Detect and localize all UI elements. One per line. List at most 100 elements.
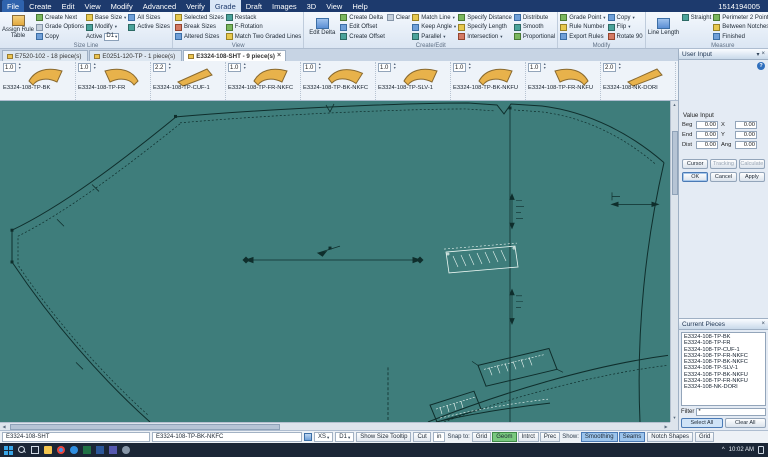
distribute-button[interactable]: Distribute: [513, 13, 555, 23]
scale-value[interactable]: 1.0: [3, 63, 16, 72]
cut-button[interactable]: Cut: [413, 432, 431, 442]
task-view-icon[interactable]: [31, 446, 39, 454]
scale-spinner[interactable]: ▲ ▼: [543, 62, 546, 70]
show-toggle[interactable]: Seams: [618, 432, 646, 442]
specify-length-button[interactable]: Specify Length: [458, 23, 512, 33]
value-field[interactable]: 0.00: [696, 121, 718, 129]
scale-spinner[interactable]: ▲ ▼: [243, 62, 246, 70]
piece-thumbnail[interactable]: 1.0 ▲ ▼ E3324-108-TP-FR-NKFC: [226, 62, 301, 100]
menu-item[interactable]: Advanced: [138, 0, 181, 12]
create-next-button[interactable]: Create Next: [36, 13, 84, 23]
close-icon[interactable]: ×: [761, 51, 765, 58]
assign-rule-table-button[interactable]: Assign Rule Table: [2, 13, 34, 42]
menu-item[interactable]: Draft: [241, 0, 267, 12]
scale-value[interactable]: 1.0: [378, 63, 391, 72]
create-delta-button[interactable]: Create Delta: [340, 13, 385, 23]
clear-all-button[interactable]: Clear All: [724, 418, 766, 428]
restack-button[interactable]: Restack: [225, 13, 302, 23]
cancel-button[interactable]: Cancel: [710, 172, 737, 182]
piece-thumbnail[interactable]: 2.2 ▲ ▼ E3324-108-TP-CUF-1: [151, 62, 226, 100]
modify-dropdown[interactable]: Modify ▾: [86, 23, 126, 33]
spreadsheet-app-icon[interactable]: [83, 446, 91, 454]
piece-thumbnail[interactable]: 1.0 ▲ ▼ E3324-108-TP-SLV-1: [376, 62, 451, 100]
dimension-select[interactable]: D1 ▾: [335, 432, 355, 442]
vertical-scroll-thumb[interactable]: [671, 131, 678, 195]
scale-value[interactable]: 1.0: [453, 63, 466, 72]
snap-toggle[interactable]: Prec: [539, 432, 561, 442]
scale-spinner[interactable]: ▲ ▼: [318, 62, 321, 70]
list-item[interactable]: E3324-108-NK-DORI: [684, 384, 765, 390]
rotate-90-button[interactable]: Rotate 90: [607, 32, 643, 42]
snap-toggle[interactable]: Geom: [492, 432, 517, 442]
tracking-button[interactable]: Tracking: [710, 159, 737, 169]
document-app-icon[interactable]: [96, 446, 104, 454]
horizontal-scrollbar[interactable]: ◀ ▶: [0, 422, 670, 430]
scale-spinner[interactable]: ▲ ▼: [93, 62, 96, 70]
select-all-button[interactable]: Select All: [681, 418, 723, 428]
document-tab[interactable]: E0251-120-TP - 1 piece(s): [89, 50, 183, 61]
scale-value[interactable]: 1.0: [303, 63, 316, 72]
vertical-scrollbar[interactable]: ▲ ▼: [670, 101, 678, 422]
snap-toggle[interactable]: Grid: [471, 432, 492, 442]
menu-item[interactable]: File: [2, 0, 25, 12]
snap-toggle[interactable]: Intrct: [517, 432, 539, 442]
ok-button[interactable]: OK: [682, 172, 709, 182]
f-rotation-button[interactable]: F-Rotation: [225, 23, 302, 33]
teams-icon[interactable]: [109, 446, 117, 454]
between-notches-button[interactable]: Between Notches: [713, 23, 768, 33]
cursor-button[interactable]: Cursor: [682, 159, 709, 169]
filter-input[interactable]: [696, 408, 766, 416]
scale-spinner[interactable]: ▲ ▼: [468, 62, 471, 70]
menu-item[interactable]: Grade: [209, 0, 241, 12]
scroll-left-icon[interactable]: ◀: [0, 423, 8, 431]
copy-dropdown[interactable]: Copy ▾: [607, 13, 643, 23]
active-sizes-button[interactable]: Active Sizes: [128, 23, 170, 33]
scroll-down-icon[interactable]: ▼: [671, 414, 679, 422]
piece-thumbnail[interactable]: 1.0 ▲ ▼ E3324-108-TP-BK: [1, 62, 76, 100]
finished-button[interactable]: Finished: [713, 32, 768, 42]
active-dim-select[interactable]: D1 ▾: [104, 32, 120, 41]
scale-value[interactable]: 2.0: [603, 63, 616, 72]
value-field[interactable]: 0.00: [735, 141, 757, 149]
piece-thumbnail[interactable]: 1.0 ▲ ▼ E3324-108-TP-FR: [76, 62, 151, 100]
start-button[interactable]: [4, 445, 13, 455]
menu-item[interactable]: Modify: [106, 0, 138, 12]
close-icon[interactable]: ×: [277, 52, 281, 59]
menu-item[interactable]: Create: [24, 0, 57, 12]
user-input-header[interactable]: User Input ▾ ×: [679, 49, 768, 60]
match-two-graded-lines-button[interactable]: Match Two Graded Lines: [225, 32, 301, 42]
menu-item[interactable]: View: [80, 0, 106, 12]
menu-item[interactable]: View: [321, 0, 347, 12]
all-sizes-button[interactable]: All Sizes: [128, 13, 170, 23]
edit-delta-button[interactable]: Edit Delta: [306, 13, 338, 42]
apply-button[interactable]: Apply: [738, 172, 765, 182]
straight-button[interactable]: Straight: [681, 13, 711, 23]
settings-icon[interactable]: [122, 446, 130, 454]
menu-item[interactable]: 3D: [302, 0, 322, 12]
base-size-dropdown[interactable]: Base Size ▾: [86, 13, 126, 23]
menu-item[interactable]: Images: [267, 0, 302, 12]
pin-icon[interactable]: ▾: [756, 51, 759, 58]
scroll-up-icon[interactable]: ▲: [671, 101, 679, 109]
value-field[interactable]: 0.00: [735, 121, 757, 129]
clear-button[interactable]: Clear: [386, 13, 410, 23]
show-size-tooltip-button[interactable]: Show Size Tooltip: [356, 432, 412, 442]
proportional-button[interactable]: Proportional: [513, 32, 555, 42]
notification-center-icon[interactable]: [758, 446, 764, 454]
scale-spinner[interactable]: ▲ ▼: [393, 62, 396, 70]
piece-thumbnail[interactable]: 1.0 ▲ ▼ E3324-108-TP-BK-NKFU: [451, 62, 526, 100]
perimeter-2-points-button[interactable]: Perimeter 2 Points: [713, 13, 768, 23]
value-field[interactable]: 0.00: [696, 131, 718, 139]
grade-options-button[interactable]: Grade Options: [36, 23, 84, 33]
create-offset-button[interactable]: Create Offset: [340, 32, 385, 42]
piece-thumbnail[interactable]: 1.0 ▲ ▼ E3324-108-TP-FR-NKFU: [526, 62, 601, 100]
menu-item[interactable]: Help: [347, 0, 372, 12]
parallel-dropdown[interactable]: Parallel ▾: [412, 32, 456, 42]
scale-spinner[interactable]: ▲ ▼: [618, 62, 621, 70]
search-icon[interactable]: [18, 446, 26, 454]
file-explorer-icon[interactable]: [44, 446, 52, 454]
show-toggle[interactable]: Smoothing: [580, 432, 618, 442]
document-tab[interactable]: E7520-102 - 18 piece(s): [2, 50, 89, 61]
document-tab[interactable]: E3324-108-SHT - 9 piece(s) ×: [183, 50, 287, 61]
rule-number-button[interactable]: Rule Number: [560, 23, 605, 33]
